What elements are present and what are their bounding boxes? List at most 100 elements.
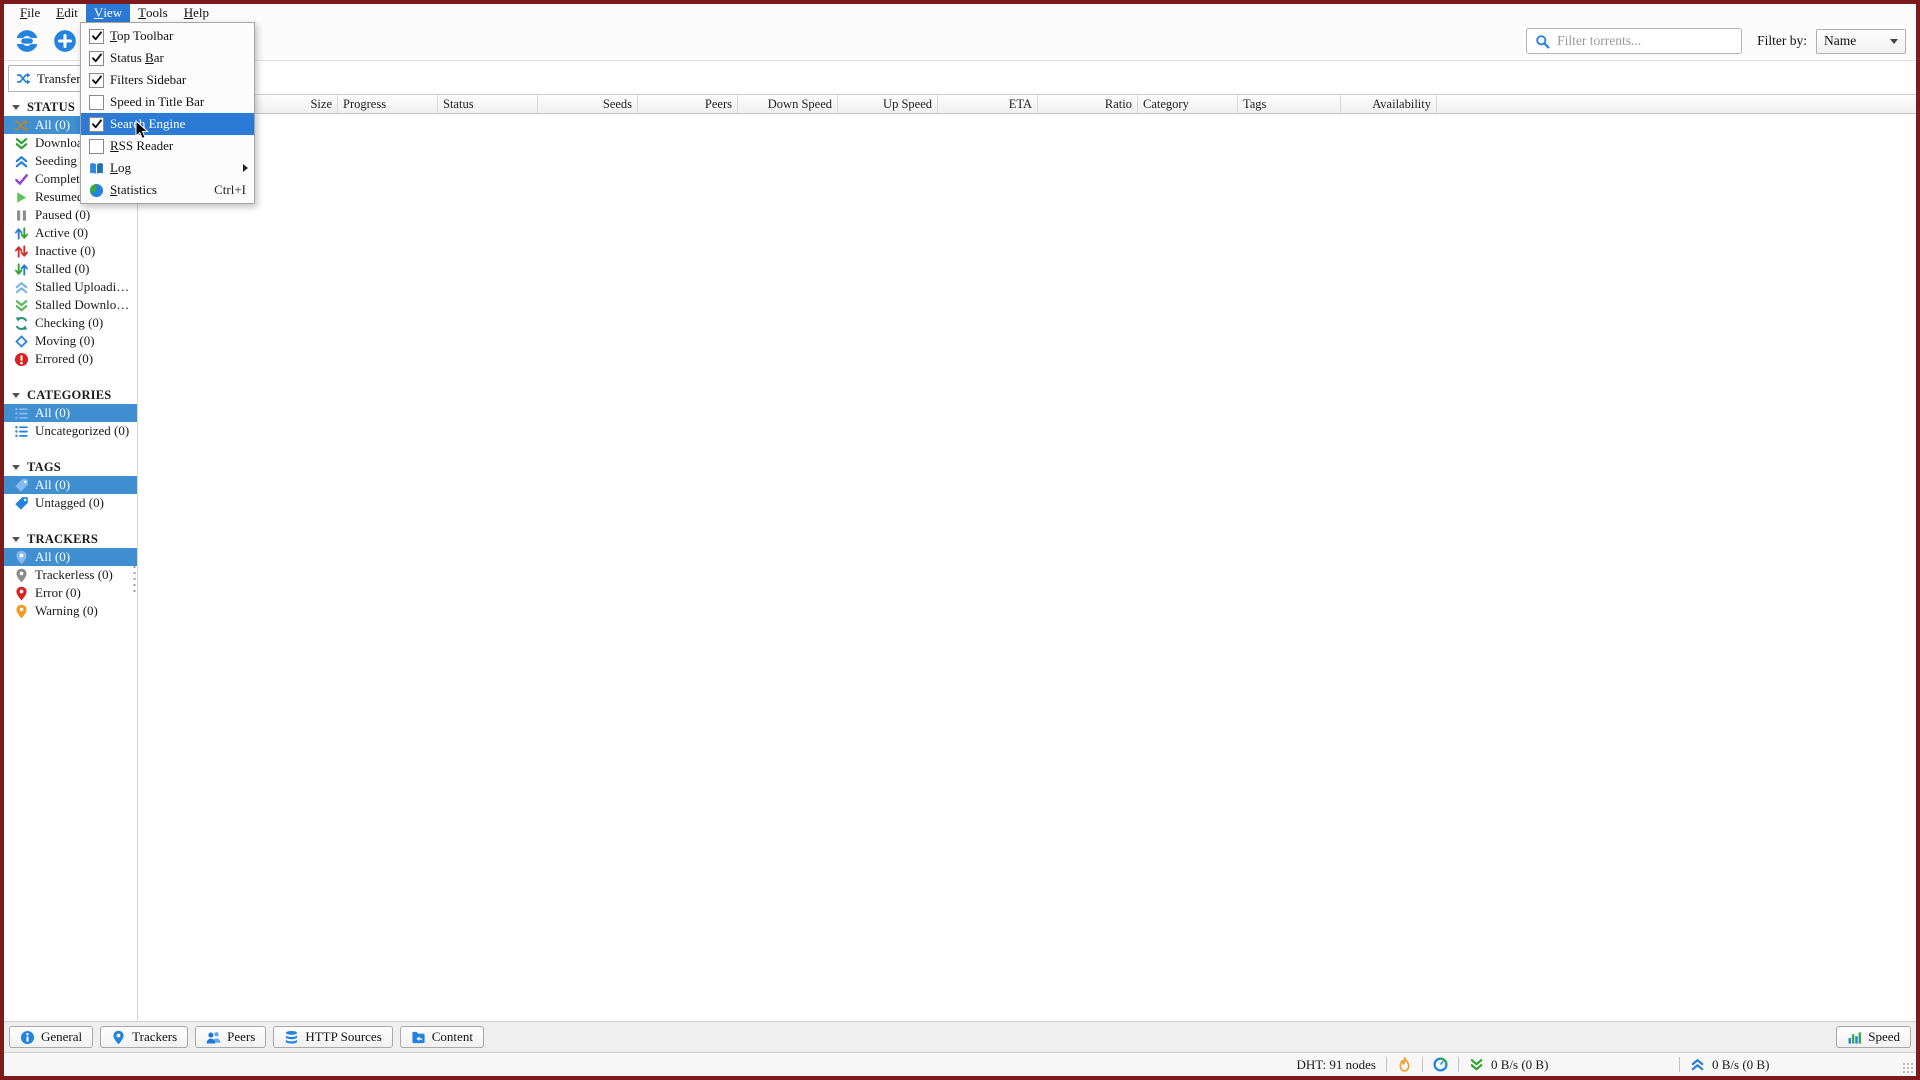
- sidebar-item-moving[interactable]: Moving (0): [4, 332, 137, 350]
- tag-icon: [14, 478, 29, 493]
- column-tags[interactable]: Tags: [1238, 95, 1341, 113]
- sidebar-item-categories-all[interactable]: All (0): [4, 404, 137, 422]
- column-peers[interactable]: Peers: [638, 95, 738, 113]
- tab-content[interactable]: Content: [399, 1026, 484, 1048]
- menu-item-top-toolbar[interactable]: Top Toolbar: [81, 25, 254, 47]
- checked-checkbox: [89, 50, 104, 66]
- sidebar-item-tags-all[interactable]: All (0): [4, 476, 137, 494]
- sidebar-item-untagged[interactable]: Untagged (0): [4, 494, 137, 512]
- chevron-down-icon: [1890, 38, 1898, 44]
- dht-nodes-label: DHT: 91 nodes: [1296, 1056, 1376, 1072]
- menu-item-speed-in-title-bar[interactable]: Speed in Title Bar: [81, 91, 254, 113]
- collapse-triangle-icon: [12, 392, 20, 398]
- column-ratio[interactable]: Ratio: [1038, 95, 1138, 113]
- sidebar-item-active[interactable]: Active (0): [4, 224, 137, 242]
- tracker-pin-orange-icon: [14, 604, 29, 619]
- menu-item-log[interactable]: Log: [81, 157, 254, 179]
- tab-speed[interactable]: Speed: [1836, 1026, 1911, 1048]
- stalled-down-chevrons-icon: [14, 298, 29, 313]
- tracker-pin-icon: [14, 550, 29, 565]
- bottom-tabs-bar: General Trackers Peers HTTP Sources Cont…: [4, 1021, 1916, 1052]
- menu-item-rss-reader[interactable]: RSS Reader: [81, 135, 254, 157]
- column-seeds[interactable]: Seeds: [538, 95, 638, 113]
- sidebar-item-stalled-uploading[interactable]: Stalled Uploading (0): [4, 278, 137, 296]
- category-list-icon: [14, 424, 29, 439]
- column-status[interactable]: Status: [438, 95, 538, 113]
- sidebar-item-paused[interactable]: Paused (0): [4, 206, 137, 224]
- tab-http-sources[interactable]: HTTP Sources: [273, 1026, 393, 1048]
- column-size[interactable]: Size: [252, 95, 338, 113]
- transfers-shuffle-icon: [16, 71, 31, 86]
- torrent-table-header: Size Progress Status Seeds Peers Down Sp…: [138, 94, 1916, 114]
- info-icon: [20, 1030, 35, 1045]
- section-header-tags[interactable]: TAGS: [4, 458, 137, 476]
- sidebar-item-stalled-downloading[interactable]: Stalled Downloading (0): [4, 296, 137, 314]
- column-eta[interactable]: ETA: [938, 95, 1038, 113]
- sidebar-item-uncategorized[interactable]: Uncategorized (0): [4, 422, 137, 440]
- torrent-list-panel: Size Progress Status Seeds Peers Down Sp…: [138, 61, 1916, 1021]
- tracker-pin-gray-icon: [14, 568, 29, 583]
- menu-item-filters-sidebar[interactable]: Filters Sidebar: [81, 69, 254, 91]
- global-upload-speed[interactable]: 0 B/s (0 B): [1690, 1057, 1790, 1073]
- checked-checkbox: [89, 116, 104, 132]
- collapse-triangle-icon: [12, 104, 20, 110]
- filters-sidebar: Transfers STATUS All (0) Downloading (0): [4, 61, 138, 1021]
- sidebar-splitter-handle[interactable]: [132, 564, 137, 592]
- sidebar-item-tracker-error[interactable]: Error (0): [4, 584, 137, 602]
- statusbar-separator: [1422, 1057, 1423, 1072]
- section-header-categories[interactable]: CATEGORIES: [4, 386, 137, 404]
- shuffle-icon: [14, 118, 29, 133]
- sidebar-item-tracker-warning[interactable]: Warning (0): [4, 602, 137, 620]
- log-book-icon: [89, 161, 104, 176]
- qbittorrent-window: File Edit View Tools Help Filter torrent…: [0, 0, 1920, 1080]
- resize-grip[interactable]: [1902, 1062, 1914, 1074]
- add-torrent-link-icon[interactable]: [14, 28, 40, 54]
- toolbar: Filter torrents... Filter by: Name: [4, 22, 1916, 61]
- tab-general[interactable]: General: [9, 1026, 94, 1048]
- filter-by-value: Name: [1824, 33, 1857, 48]
- filter-by-select[interactable]: Name: [1816, 28, 1906, 54]
- global-download-speed[interactable]: 0 B/s (0 B): [1469, 1057, 1669, 1073]
- section-header-trackers[interactable]: TRACKERS: [4, 530, 137, 548]
- unchecked-checkbox: [89, 138, 104, 154]
- menu-item-status-bar[interactable]: Status Bar: [81, 47, 254, 69]
- sidebar-item-trackers-all[interactable]: All (0): [4, 548, 137, 566]
- column-filler: [1437, 95, 1916, 113]
- add-torrent-file-icon[interactable]: [52, 28, 78, 54]
- collapse-triangle-icon: [12, 536, 20, 542]
- tab-trackers[interactable]: Trackers: [100, 1026, 189, 1048]
- column-down-speed[interactable]: Down Speed: [738, 95, 838, 113]
- column-availability[interactable]: Availability: [1341, 95, 1437, 113]
- menu-view[interactable]: View: [85, 4, 131, 22]
- menu-item-statistics[interactable]: Statistics Ctrl+I: [81, 179, 254, 201]
- column-up-speed[interactable]: Up Speed: [838, 95, 938, 113]
- torrent-list-empty-area: [138, 114, 1916, 1021]
- connection-status-icon[interactable]: [1433, 1057, 1448, 1072]
- menu-item-search-engine[interactable]: Search Engine: [81, 113, 254, 135]
- download-speed-icon: [1469, 1057, 1484, 1072]
- paused-bars-icon: [14, 208, 29, 223]
- tab-peers[interactable]: Peers: [195, 1026, 267, 1048]
- stalled-up-chevrons-icon: [14, 280, 29, 295]
- category-list-icon: [14, 406, 29, 421]
- alt-speed-flame-icon[interactable]: [1397, 1057, 1412, 1072]
- speed-bars-icon: [1847, 1030, 1862, 1045]
- menu-file[interactable]: File: [12, 4, 48, 22]
- sidebar-item-stalled[interactable]: Stalled (0): [4, 260, 137, 278]
- sidebar-item-errored[interactable]: Errored (0): [4, 350, 137, 368]
- sidebar-item-inactive[interactable]: Inactive (0): [4, 242, 137, 260]
- column-progress[interactable]: Progress: [338, 95, 438, 113]
- menu-help[interactable]: Help: [176, 4, 217, 22]
- sidebar-item-trackerless[interactable]: Trackerless (0): [4, 566, 137, 584]
- tracker-pin-red-icon: [14, 586, 29, 601]
- menu-tools[interactable]: Tools: [130, 4, 176, 22]
- sidebar-item-checking[interactable]: Checking (0): [4, 314, 137, 332]
- section-tags: TAGS All (0) Untagged (0): [4, 458, 137, 512]
- completed-check-icon: [14, 172, 29, 187]
- column-category[interactable]: Category: [1138, 95, 1238, 113]
- statusbar-separator: [1679, 1057, 1680, 1072]
- checking-refresh-icon: [14, 316, 29, 331]
- inactive-arrows-icon: [14, 244, 29, 258]
- menu-edit[interactable]: Edit: [48, 4, 86, 22]
- filter-torrents-input[interactable]: Filter torrents...: [1526, 28, 1743, 54]
